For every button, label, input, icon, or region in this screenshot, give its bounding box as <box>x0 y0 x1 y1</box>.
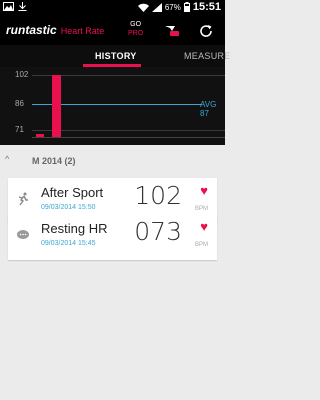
y-tick-label: 71 <box>15 125 24 134</box>
average-value: 87 <box>200 109 209 118</box>
connect-device-icon[interactable] <box>163 22 181 40</box>
tab-measure[interactable]: MEASURE <box>184 51 231 61</box>
tab-history[interactable]: HISTORY <box>95 51 137 61</box>
tab-bar: HISTORY MEASURE <box>0 45 230 67</box>
entry-unit: BPM <box>194 242 208 248</box>
status-right-icons: 67% 15:51 <box>137 1 221 13</box>
entry-bpm-value: 102 <box>134 181 182 210</box>
chat-icon <box>17 230 29 239</box>
heart-icon: ♥ <box>200 183 208 198</box>
download-notification-icon <box>18 2 27 11</box>
go-pro-button[interactable]: GO PRO <box>128 20 143 38</box>
battery-icon <box>183 2 190 12</box>
history-entry[interactable]: Resting HR 09/03/2014 15:45 073 ♥ BPM <box>8 214 217 260</box>
chart-bar <box>52 75 61 137</box>
signal-icon <box>151 2 162 12</box>
y-tick-label: 86 <box>15 99 24 108</box>
sync-icon[interactable] <box>197 22 215 40</box>
photo-notification-icon <box>3 2 14 11</box>
entry-date: 09/03/2014 15:45 <box>41 240 96 247</box>
x-axis <box>32 137 225 138</box>
go-pro-top: GO <box>130 21 142 28</box>
brand-subtitle: Heart Rate <box>60 26 105 36</box>
entry-title: Resting HR <box>41 221 108 236</box>
entry-title: After Sport <box>41 185 104 200</box>
status-left-icons <box>3 2 27 11</box>
month-section-header[interactable]: ^ M 2014 (2) <box>0 152 225 170</box>
brand-name: runtastic <box>6 23 57 37</box>
entry-date: 09/03/2014 15:50 <box>41 204 96 211</box>
average-label: AVG 87 <box>200 100 216 118</box>
clock: 15:51 <box>192 1 221 13</box>
wifi-icon <box>137 3 149 12</box>
history-chart: 102 86 71 AVG 87 <box>0 67 225 145</box>
go-pro-bottom: PRO <box>128 30 144 37</box>
app-logo: runtastic Heart Rate <box>6 23 104 37</box>
y-tick-label: 102 <box>15 70 29 79</box>
average-caption: AVG <box>200 100 217 109</box>
entry-unit: BPM <box>194 206 208 212</box>
section-title: M 2014 (2) <box>32 156 76 166</box>
runner-icon <box>18 192 28 206</box>
app-bar: runtastic Heart Rate GO PRO <box>0 17 225 45</box>
status-bar: 67% 15:51 <box>0 0 225 17</box>
heart-icon: ♥ <box>200 219 208 234</box>
entry-bpm-value: 073 <box>134 217 182 246</box>
chevron-up-icon: ^ <box>5 154 10 164</box>
battery-percent: 67% <box>164 2 181 12</box>
